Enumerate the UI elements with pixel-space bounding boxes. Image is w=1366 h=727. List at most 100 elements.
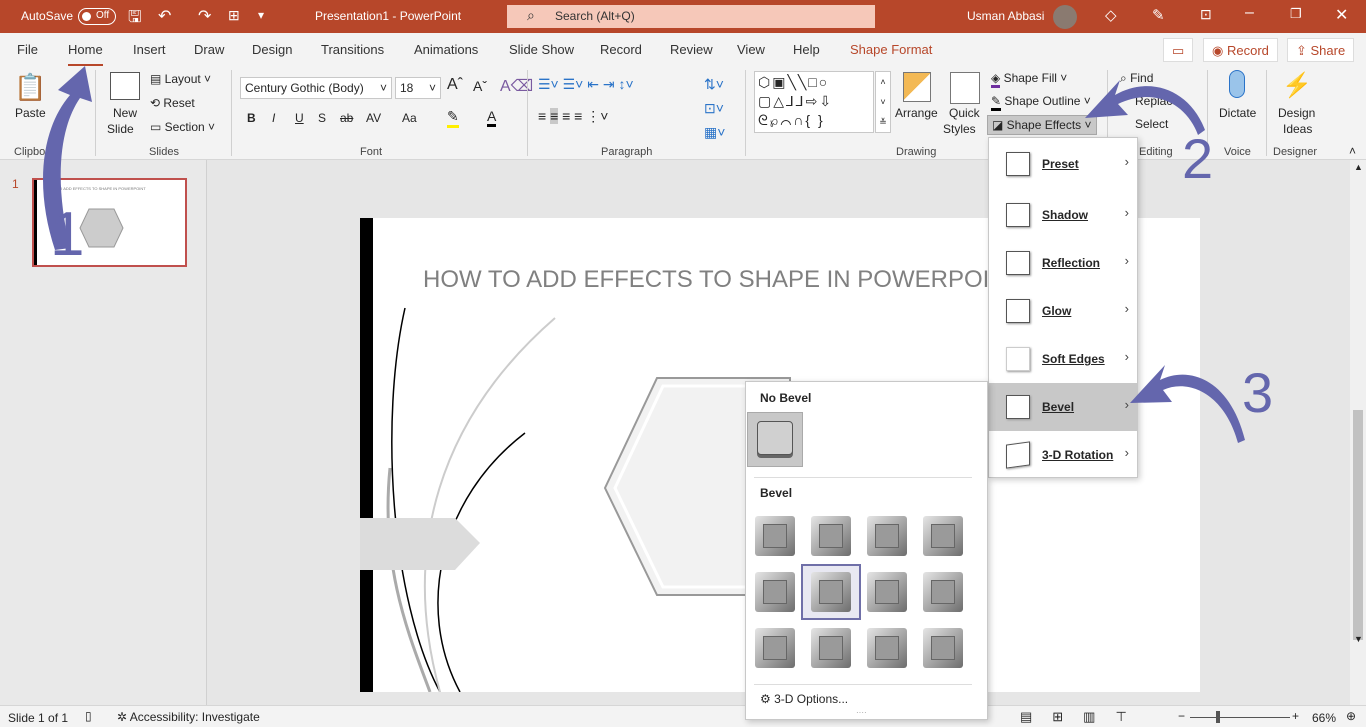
customize-icon[interactable]: ▾ xyxy=(258,8,264,22)
paste-button[interactable]: Paste xyxy=(15,106,46,120)
bevel-preset-8[interactable] xyxy=(923,572,963,612)
redo-icon[interactable]: ↷ xyxy=(198,6,211,26)
search-input[interactable]: Search (Alt+Q) xyxy=(507,5,875,28)
zoom-slider[interactable] xyxy=(1190,717,1290,718)
bevel-preset-1[interactable] xyxy=(755,516,795,556)
zoom-out[interactable]: − xyxy=(1178,709,1185,723)
highlight-icon[interactable]: ✎ xyxy=(447,108,459,128)
zoom-in[interactable]: + xyxy=(1292,709,1299,723)
share-button[interactable]: ⇪ Share xyxy=(1287,38,1355,62)
quick-styles-button-2[interactable]: Styles xyxy=(943,122,976,136)
menu-item-glow[interactable]: Glow › xyxy=(989,287,1137,335)
tab-file[interactable]: File xyxy=(17,42,38,57)
collapse-ribbon-icon[interactable]: ˄ xyxy=(1349,144,1356,158)
tab-review[interactable]: Review xyxy=(670,42,713,57)
design-ideas-icon[interactable]: ⚡ xyxy=(1282,71,1312,100)
diamond-icon[interactable]: ◇ xyxy=(1105,6,1117,24)
menu-item-reflection[interactable]: Reflection › xyxy=(989,239,1137,287)
tab-animations[interactable]: Animations xyxy=(414,42,478,57)
gallery-scroll[interactable]: ˄ ˅ ≚ xyxy=(875,71,891,133)
shape-fill-button[interactable]: ◈ Shape Fill ˅ xyxy=(991,71,1067,88)
align-icons[interactable]: ≡ ≡ ≡ ≡ ⋮˅ xyxy=(538,108,608,125)
undo-icon[interactable]: ↶ xyxy=(158,6,171,26)
bold-button[interactable]: B xyxy=(247,111,256,125)
accessibility-status[interactable]: ✲ Accessibility: Investigate xyxy=(117,710,260,724)
paste-icon[interactable]: 📋 xyxy=(14,72,46,103)
shapes-gallery[interactable]: ⬡▣╲╲□○ ▢△⅃⅃⇨⇩ ᘓ℘⌒∩{ } xyxy=(754,71,874,133)
font-name-select[interactable]: Century Gothic (Body) ˅ xyxy=(240,77,392,99)
slide-title[interactable]: HOW TO ADD EFFECTS TO SHAPE IN POWERPOIN… xyxy=(423,266,1021,294)
bevel-preset-12[interactable] xyxy=(923,628,963,668)
3d-options-button[interactable]: ⚙ 3-D Options... xyxy=(760,692,848,706)
zoom-slider-thumb[interactable] xyxy=(1216,711,1220,723)
bevel-preset-10[interactable] xyxy=(811,628,851,668)
tab-transitions[interactable]: Transitions xyxy=(321,42,384,57)
tab-record[interactable]: Record xyxy=(600,42,642,57)
reset-button[interactable]: ⟲ Reset xyxy=(150,96,195,110)
bevel-preset-5[interactable] xyxy=(755,572,795,612)
new-slide-button-2[interactable]: Slide xyxy=(107,122,134,136)
font-size-select[interactable]: 18 ˅ xyxy=(395,77,441,99)
arrange-icon[interactable] xyxy=(903,72,931,102)
quick-styles-button[interactable]: Quick xyxy=(949,106,980,120)
restore-icon[interactable]: ❐ xyxy=(1290,6,1302,22)
save-icon[interactable]: 🖫 xyxy=(128,6,142,33)
text-shadow-button[interactable]: S xyxy=(318,111,326,125)
resize-handle[interactable]: ···· xyxy=(856,708,867,717)
notes-icon[interactable]: ▯ xyxy=(85,709,92,723)
fit-slide-icon[interactable]: ⊕ xyxy=(1346,709,1356,723)
scroll-thumb[interactable] xyxy=(1353,410,1363,640)
shrink-font-icon[interactable]: Aˇ xyxy=(473,78,487,94)
tab-draw[interactable]: Draw xyxy=(194,42,224,57)
new-slide-icon[interactable] xyxy=(110,72,140,100)
bevel-preset-7[interactable] xyxy=(867,572,907,612)
minimize-icon[interactable]: – xyxy=(1245,4,1254,22)
bullets-icon[interactable]: ☰˅ ☰˅ ⇤ ⇥ ↕˅ xyxy=(538,76,634,93)
dictate-button[interactable]: Dictate xyxy=(1219,106,1256,120)
microphone-icon[interactable] xyxy=(1229,70,1245,98)
record-button[interactable]: ◉ Record xyxy=(1203,38,1278,62)
bevel-preset-11[interactable] xyxy=(867,628,907,668)
bevel-preset-6[interactable] xyxy=(811,572,851,612)
tab-shape-format[interactable]: Shape Format xyxy=(850,42,932,57)
select-button[interactable]: Select xyxy=(1135,117,1168,131)
ribbon-display-icon[interactable]: ⊡ xyxy=(1200,6,1212,23)
tab-design[interactable]: Design xyxy=(252,42,292,57)
bevel-preset-4[interactable] xyxy=(923,516,963,556)
shape-outline-button[interactable]: ✎ Shape Outline ˅ xyxy=(991,94,1091,111)
view-buttons[interactable]: ▤⊞▥⊤ xyxy=(1020,709,1147,725)
char-spacing-button[interactable]: AV xyxy=(366,111,381,125)
avatar[interactable] xyxy=(1053,5,1077,29)
design-ideas-button[interactable]: Design xyxy=(1278,106,1315,120)
no-bevel-option[interactable] xyxy=(747,412,803,467)
replace-button[interactable]: Replace xyxy=(1135,94,1179,108)
layout-button[interactable]: ▤ Layout ˅ xyxy=(150,72,211,86)
present-icon[interactable]: ⊞ xyxy=(228,7,240,24)
grow-font-icon[interactable]: Aˆ xyxy=(447,76,463,94)
menu-item-preset[interactable]: Preset › xyxy=(989,140,1137,188)
italic-button[interactable]: I xyxy=(272,111,275,125)
tab-home[interactable]: Home xyxy=(68,42,103,67)
menu-item-3d-rotation[interactable]: 3-D Rotation › xyxy=(989,431,1137,479)
tab-view[interactable]: View xyxy=(737,42,765,57)
pen-icon[interactable]: ✎ xyxy=(1152,6,1165,24)
strikethrough-button[interactable]: ab xyxy=(340,111,353,125)
comments-button[interactable]: ▭ xyxy=(1163,38,1193,62)
menu-item-soft-edges[interactable]: Soft Edges › xyxy=(989,335,1137,383)
menu-item-shadow[interactable]: Shadow › xyxy=(989,191,1137,239)
arrange-button[interactable]: Arrange xyxy=(895,106,938,120)
tab-help[interactable]: Help xyxy=(793,42,820,57)
user-name[interactable]: Usman Abbasi xyxy=(967,9,1044,23)
section-button[interactable]: ▭ Section ˅ xyxy=(150,120,215,134)
tab-slide-show[interactable]: Slide Show xyxy=(509,42,574,57)
clear-format-icon[interactable]: A⌫ xyxy=(500,76,533,96)
autosave-toggle[interactable]: Off xyxy=(78,8,116,25)
slide-thumbnail[interactable]: HOW TO ADD EFFECTS TO SHAPE IN POWERPOIN… xyxy=(32,178,187,267)
vertical-scrollbar[interactable]: ▲ ▼ xyxy=(1350,160,1366,705)
zoom-level[interactable]: 66% xyxy=(1312,711,1336,725)
underline-button[interactable]: U xyxy=(295,111,304,125)
quick-styles-icon[interactable] xyxy=(950,72,980,104)
new-slide-button[interactable]: New xyxy=(113,106,137,120)
close-icon[interactable]: ✕ xyxy=(1335,5,1348,25)
find-button[interactable]: ⌕ Find xyxy=(1120,71,1153,86)
